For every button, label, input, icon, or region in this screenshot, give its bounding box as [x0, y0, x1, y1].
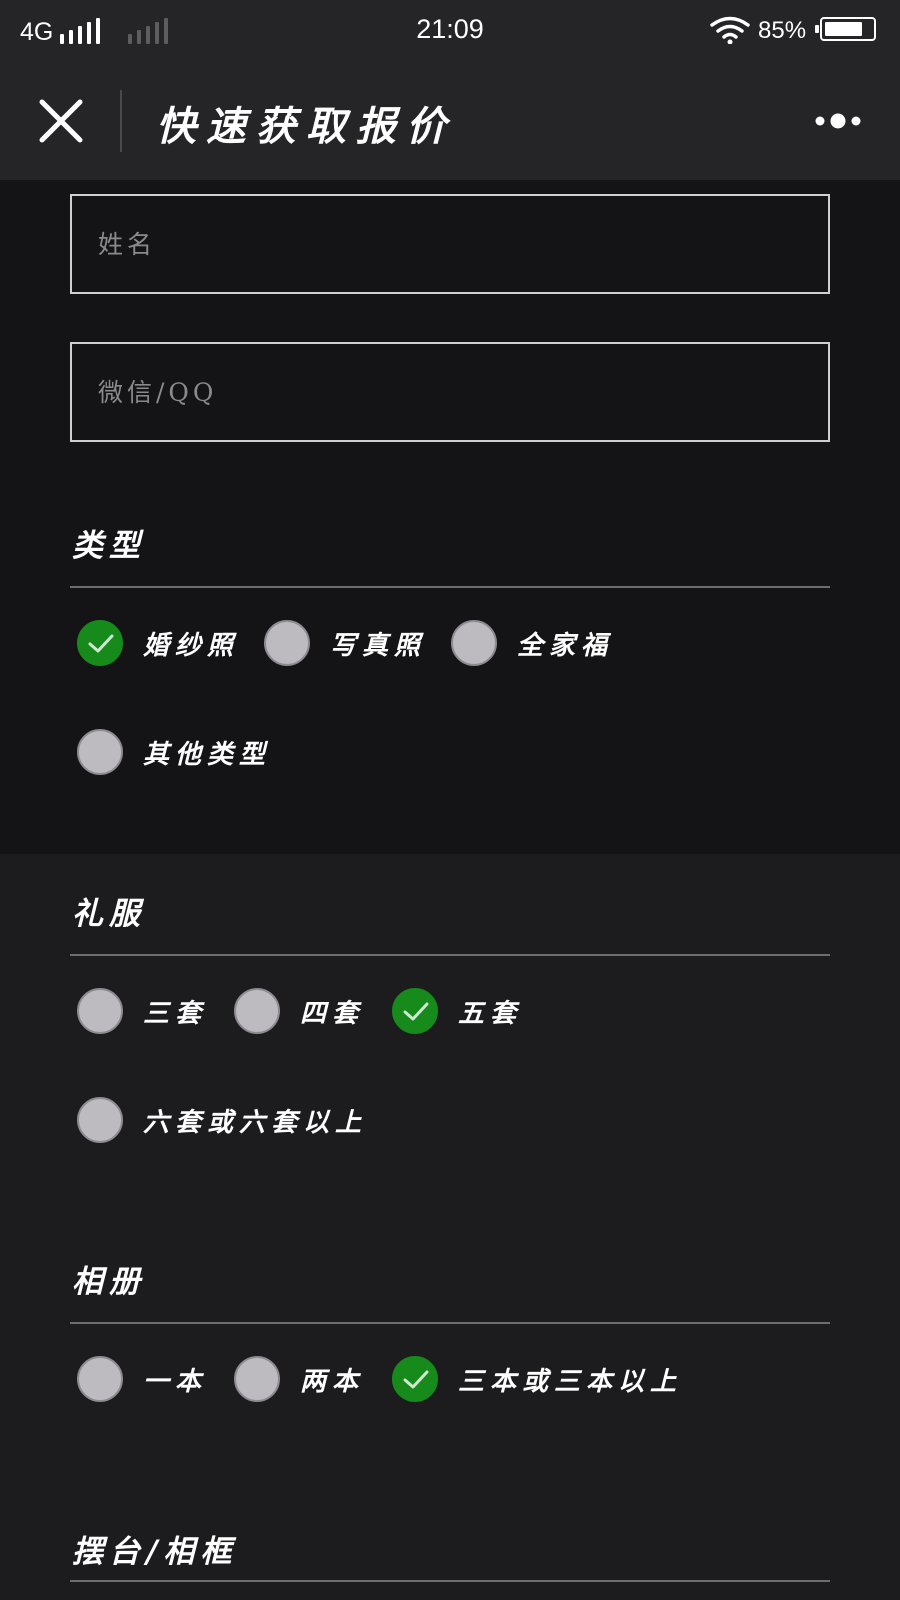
album-option-three-plus[interactable]: 三本或三本以上: [392, 1354, 682, 1404]
option-label: 四套: [300, 998, 365, 1029]
battery-icon: [815, 17, 876, 41]
radio-button[interactable]: [77, 1097, 123, 1143]
battery-percent: 85%: [758, 17, 807, 44]
dress-option-five[interactable]: 五套: [392, 986, 522, 1036]
option-label: 两本: [300, 1366, 365, 1397]
checkmark-icon: [88, 634, 114, 653]
status-bar: 4G 21:09 85%: [0, 0, 900, 62]
page-title: 快速获取报价: [156, 103, 456, 150]
type-option-other[interactable]: 其他类型: [77, 727, 271, 777]
option-label: 写真照: [330, 630, 427, 661]
option-label: 三套: [143, 998, 208, 1029]
album-option-two[interactable]: 两本: [234, 1354, 364, 1404]
close-icon[interactable]: [34, 92, 88, 150]
radio-button[interactable]: [234, 988, 280, 1034]
contact-input[interactable]: [70, 342, 830, 442]
option-label: 三本或三本以上: [458, 1366, 683, 1397]
wifi-icon: [710, 16, 750, 44]
option-label: 全家福: [517, 630, 614, 661]
dress-option-three[interactable]: 三套: [77, 986, 207, 1036]
type-group-title: 类型: [72, 528, 146, 564]
option-label: 六套或六套以上: [143, 1107, 368, 1138]
dress-group-title: 礼服: [72, 896, 146, 932]
radio-button-checked[interactable]: [392, 1356, 438, 1402]
dress-option-six-plus[interactable]: 六套或六套以上: [77, 1095, 367, 1145]
option-label: 婚纱照: [143, 630, 240, 661]
type-group-divider: [70, 586, 830, 588]
radio-button[interactable]: [77, 1356, 123, 1402]
nav-divider: [120, 90, 122, 152]
option-label: 五套: [458, 998, 523, 1029]
radio-button[interactable]: [77, 729, 123, 775]
app: 4G 21:09 85% 快速获取报价 姓名 微信/QQ 类型 婚纱照 写真照 …: [0, 0, 900, 1600]
radio-button-checked[interactable]: [392, 988, 438, 1034]
frame-group-divider: [70, 1580, 830, 1582]
radio-button[interactable]: [451, 620, 497, 666]
radio-button-checked[interactable]: [77, 620, 123, 666]
form-section-packages: 礼服 三套 四套 五套 六套或六套以上 相册 一本 两本 三本或三本以上 摆台/…: [0, 854, 900, 1600]
frame-group-title: 摆台/相框: [72, 1534, 238, 1570]
type-option-wedding[interactable]: 婚纱照: [77, 618, 239, 668]
checkmark-icon: [403, 1002, 429, 1021]
more-dots-icon[interactable]: [808, 106, 868, 136]
type-option-family[interactable]: 全家福: [451, 618, 613, 668]
dress-group-divider: [70, 954, 830, 956]
album-group-title: 相册: [72, 1264, 146, 1300]
radio-button[interactable]: [234, 1356, 280, 1402]
album-option-one[interactable]: 一本: [77, 1354, 207, 1404]
type-option-portrait[interactable]: 写真照: [264, 618, 426, 668]
option-label: 其他类型: [143, 739, 272, 770]
radio-button[interactable]: [264, 620, 310, 666]
album-group-divider: [70, 1322, 830, 1324]
dress-option-four[interactable]: 四套: [234, 986, 364, 1036]
option-label: 一本: [143, 1366, 208, 1397]
form-section-contact-type: 类型 婚纱照 写真照 全家福 其他类型: [0, 180, 900, 854]
radio-button[interactable]: [77, 988, 123, 1034]
nav-bar: 快速获取报价: [0, 62, 900, 180]
name-input[interactable]: [70, 194, 830, 294]
checkmark-icon: [403, 1370, 429, 1389]
